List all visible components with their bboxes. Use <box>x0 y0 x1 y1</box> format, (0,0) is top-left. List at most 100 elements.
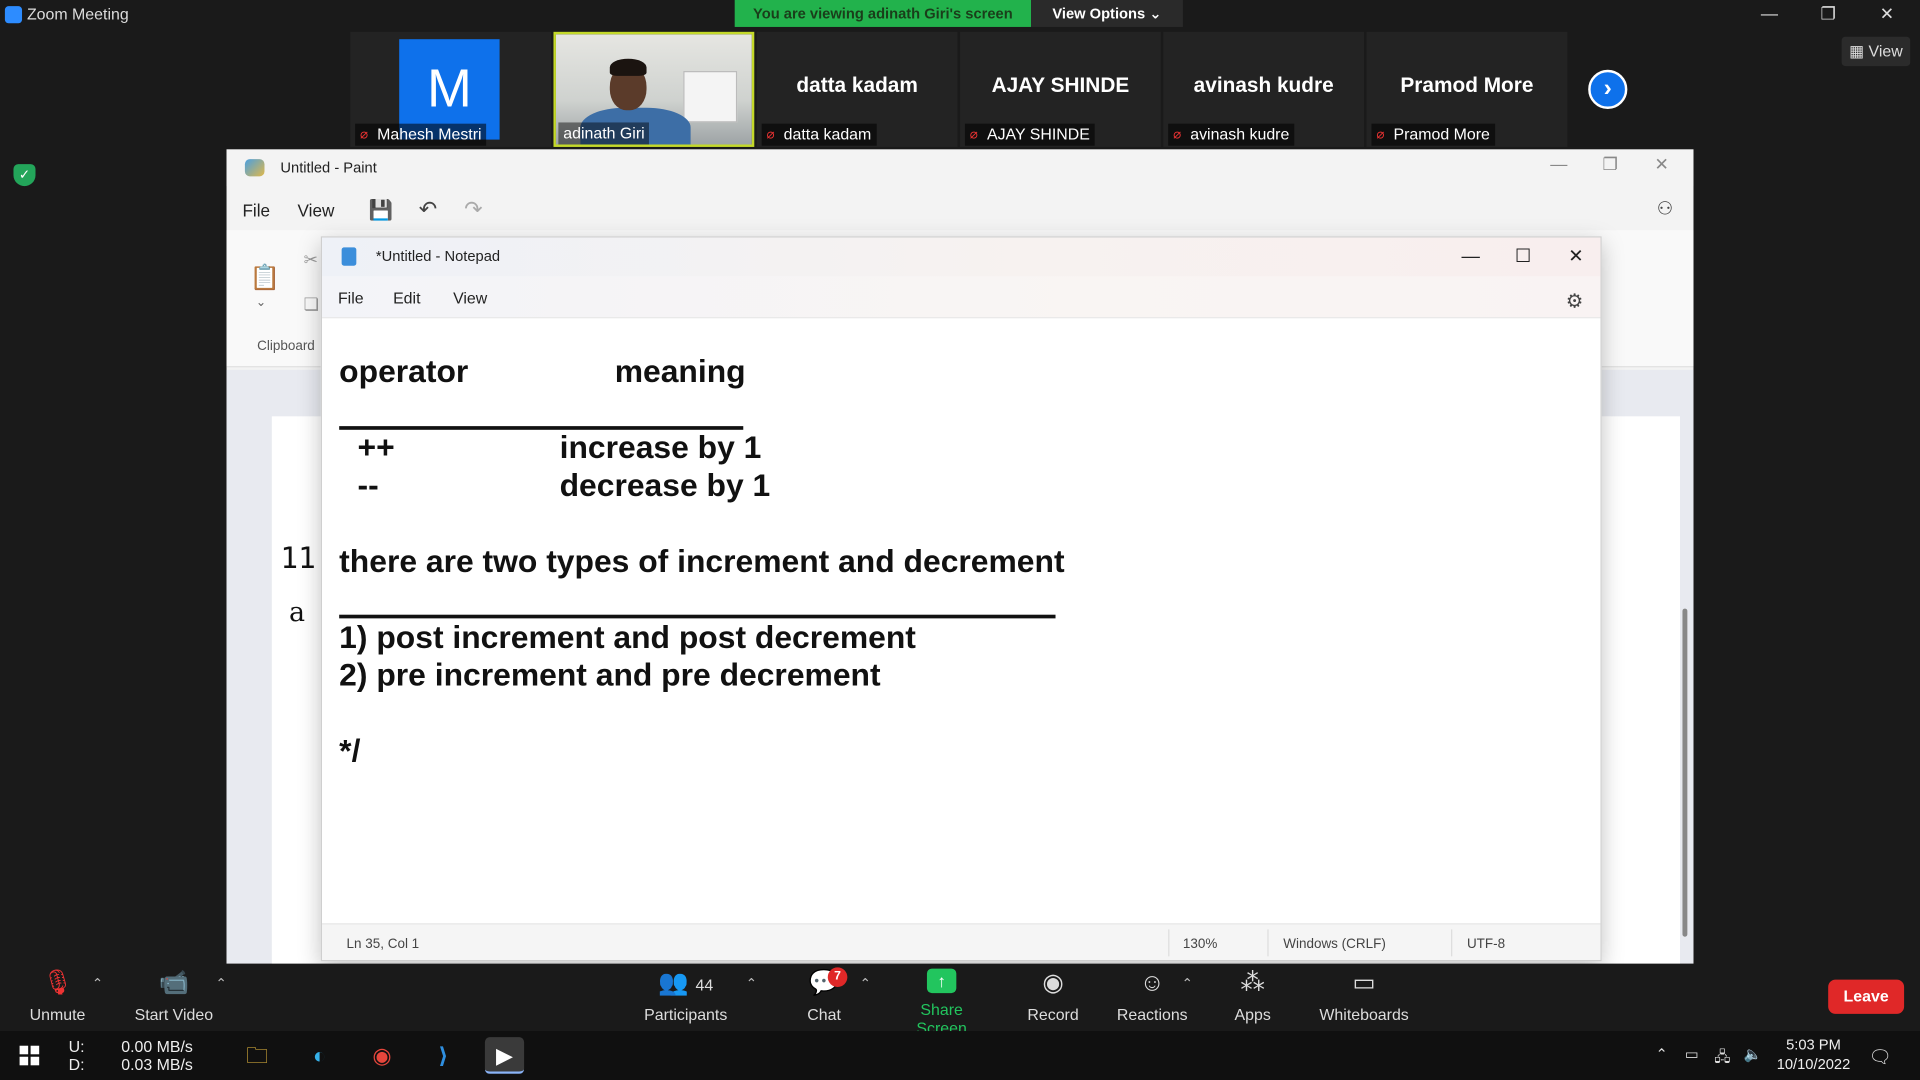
tray-overflow-chevron-icon[interactable]: ⌃ <box>1656 1046 1668 1063</box>
record-button[interactable]: ◉ Record <box>1026 969 1080 1024</box>
participants-count: 44 <box>695 975 714 995</box>
taskbar-clock[interactable]: 5:03 PM 10/10/2022 <box>1771 1035 1857 1074</box>
minimize-icon[interactable]: — <box>1741 0 1797 29</box>
view-options-button[interactable]: View Options ⌄ <box>1031 0 1183 27</box>
viewing-screen-banner: You are viewing adinath Giri's screen <box>734 0 1032 27</box>
video-options-caret-icon[interactable]: ⌃ <box>216 976 227 992</box>
cut-icon[interactable]: ✂ <box>304 250 318 271</box>
download-label: D: <box>68 1055 85 1074</box>
mic-muted-icon: ⌀ <box>969 127 978 143</box>
chevron-down-icon[interactable]: ⌄ <box>256 296 266 309</box>
close-icon[interactable]: ✕ <box>1551 242 1600 271</box>
view-layout-button[interactable]: ▦ View <box>1841 36 1911 67</box>
operator-increment-meaning: increase by 1 <box>559 428 762 466</box>
mic-muted-icon: 🎙 <box>41 969 74 997</box>
notepad-menu-file[interactable]: File <box>338 289 364 307</box>
close-icon[interactable]: ✕ <box>1859 0 1915 29</box>
unmute-button[interactable]: 🎙 Unmute <box>27 969 88 1024</box>
notepad-window: *Untitled - Notepad — ☐ ✕ File Edit View… <box>320 236 1602 962</box>
network-icon[interactable]: 🖧 <box>1714 1046 1730 1072</box>
maximize-icon[interactable]: ☐ <box>1499 242 1548 271</box>
encoding: UTF-8 <box>1466 936 1506 952</box>
notepad-title: *Untitled - Notepad <box>375 247 501 265</box>
restore-icon[interactable]: ❐ <box>1800 0 1856 29</box>
zoom-meeting-toolbar: 🎙 Unmute ⌃ 📹 Start Video ⌃ 👥 44 Particip… <box>0 963 1920 1037</box>
screen: Zoom Meeting — ❐ ✕ You are viewing adina… <box>0 0 1920 1080</box>
notepad-menu-edit[interactable]: Edit <box>393 289 420 307</box>
share-screen-button[interactable]: ↑ Share Screen <box>894 968 990 1037</box>
paint-scrollbar[interactable] <box>1682 608 1688 937</box>
notepad-app-icon <box>341 247 357 266</box>
notepad-titlebar: *Untitled - Notepad — ☐ ✕ <box>322 237 1601 277</box>
status-divider <box>1451 929 1453 957</box>
windows-start-icon[interactable] <box>19 1045 40 1066</box>
participant-tile[interactable]: avinash kudre ⌀ avinash kudre <box>1163 31 1365 147</box>
paste-icon[interactable]: 📋 <box>250 262 280 293</box>
video-whiteboard <box>683 71 738 123</box>
mic-muted-icon: ⌀ <box>766 127 775 143</box>
notepad-text-area[interactable]: operator meaning ++ increase by 1 -- dec… <box>322 318 1601 924</box>
clock-date: 10/10/2022 <box>1776 1055 1851 1073</box>
share-icon[interactable]: ⚇ <box>1657 197 1673 219</box>
canvas-number-text: 11 <box>280 541 316 576</box>
paint-menu-view[interactable]: View <box>298 201 335 221</box>
chat-caret-icon[interactable]: ⌃ <box>860 976 871 992</box>
notepad-menubar: File Edit View ⚙ <box>322 276 1601 319</box>
security-shield-icon[interactable]: ✓ <box>13 164 36 187</box>
share-screen-icon: ↑ <box>926 968 957 994</box>
participant-tile[interactable]: M ⌀ Mahesh Mestri <box>350 31 552 147</box>
redo-icon[interactable]: ↷ <box>464 197 482 223</box>
participants-button[interactable]: 👥 44 Participants <box>642 969 730 1024</box>
reactions-caret-icon[interactable]: ⌃ <box>1182 976 1193 992</box>
apps-icon: ⁂ <box>1240 969 1265 997</box>
participant-display-name: Pramod More <box>1400 73 1534 97</box>
participants-caret-icon[interactable]: ⌃ <box>746 976 757 992</box>
zoom-taskbar-icon[interactable]: ▶ <box>484 1037 525 1074</box>
paint-titlebar: Untitled - Paint — ❐ ✕ <box>226 149 1694 187</box>
participant-name: ⌀ AJAY SHINDE <box>964 123 1095 146</box>
volume-icon[interactable]: 🔈 <box>1744 1046 1762 1063</box>
edge-browser-icon[interactable]: ◐ <box>300 1037 339 1074</box>
zoom-window-title: Zoom Meeting <box>26 4 129 24</box>
operator-decrement-meaning: decrease by 1 <box>559 466 771 504</box>
reactions-button[interactable]: ☺ Reactions <box>1117 969 1188 1024</box>
participant-video-adinath[interactable]: adinath Giri <box>553 31 755 147</box>
battery-icon[interactable]: ▭ <box>1685 1046 1699 1063</box>
operator-decrement: -- <box>357 466 379 504</box>
minimize-icon[interactable]: — <box>1534 154 1583 181</box>
participant-tile[interactable]: Pramod More ⌀ Pramod More <box>1366 31 1568 147</box>
copy-icon[interactable]: ❏ <box>304 294 319 315</box>
next-page-chevron-icon[interactable]: › <box>1588 69 1628 109</box>
vscode-icon[interactable]: ⟩ <box>424 1037 463 1074</box>
view-layout-label: View <box>1868 41 1903 61</box>
mic-muted-icon: ⌀ <box>1376 127 1385 143</box>
notifications-icon[interactable]: 🗨 <box>1869 1046 1892 1068</box>
download-rate: 0.03 MB/s <box>121 1055 193 1074</box>
whiteboard-icon: ▭ <box>1352 969 1376 997</box>
cursor-position: Ln 35, Col 1 <box>346 936 420 952</box>
types-sentence: there are two types of increment and dec… <box>339 542 1065 580</box>
undo-icon[interactable]: ↶ <box>419 197 437 223</box>
leave-button[interactable]: Leave <box>1828 979 1905 1014</box>
settings-gear-icon[interactable]: ⚙ <box>1566 289 1584 313</box>
close-icon[interactable]: ✕ <box>1637 154 1686 181</box>
participant-name: ⌀ avinash kudre <box>1168 123 1295 146</box>
file-explorer-icon[interactable]: 🗀 <box>238 1037 277 1074</box>
paint-menu-file[interactable]: File <box>242 201 270 221</box>
apps-button[interactable]: ⁂ Apps <box>1232 969 1274 1024</box>
type-post: 1) post increment and post decrement <box>339 618 916 656</box>
whiteboards-button[interactable]: ▭ Whiteboards <box>1318 969 1411 1024</box>
chrome-browser-icon[interactable]: ◉ <box>362 1037 401 1074</box>
participant-tile[interactable]: AJAY SHINDE ⌀ AJAY SHINDE <box>960 31 1161 147</box>
participant-tile[interactable]: datta kadam ⌀ datta kadam <box>756 31 958 147</box>
restore-icon[interactable]: ❐ <box>1586 154 1635 181</box>
canvas-letter-text: a <box>288 597 306 629</box>
minimize-icon[interactable]: — <box>1446 242 1495 271</box>
participant-display-name: avinash kudre <box>1193 73 1334 97</box>
notepad-statusbar: Ln 35, Col 1 130% Windows (CRLF) UTF-8 <box>322 923 1601 961</box>
participant-name: ⌀ Mahesh Mestri <box>355 123 487 146</box>
start-video-button[interactable]: 📹 Start Video <box>132 969 215 1024</box>
notepad-menu-view[interactable]: View <box>453 289 487 307</box>
audio-options-caret-icon[interactable]: ⌃ <box>92 976 103 992</box>
save-icon[interactable]: 💾 <box>369 198 393 222</box>
